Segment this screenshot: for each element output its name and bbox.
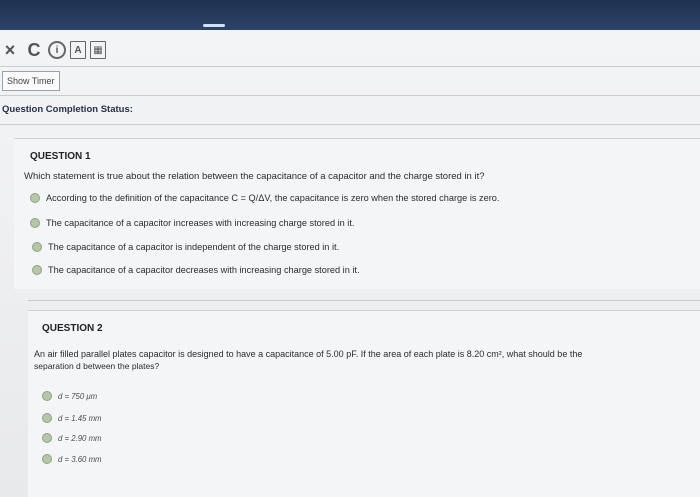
answer-option[interactable]: According to the definition of the capac… — [30, 193, 499, 203]
question-prompt: Which statement is true about the relati… — [24, 171, 485, 182]
question-prompt: An air filled parallel plates capacitor … — [34, 349, 583, 359]
option-label: d = 750 μm — [58, 391, 98, 401]
option-label: The capacitance of a capacitor is indepe… — [48, 242, 340, 252]
answer-option[interactable]: d = 3.60 mm — [42, 454, 102, 464]
radio-button[interactable] — [32, 242, 42, 252]
radio-button[interactable] — [32, 265, 42, 275]
answer-option[interactable]: d = 1.45 mm — [42, 413, 102, 423]
option-label: d = 3.60 mm — [58, 454, 102, 464]
option-label: d = 1.45 mm — [58, 413, 102, 423]
answer-option[interactable]: d = 2.90 mm — [42, 433, 102, 443]
radio-button[interactable] — [42, 433, 52, 443]
question-completion-status[interactable]: Question Completion Status: — [2, 104, 133, 115]
option-label: d = 2.90 mm — [58, 433, 102, 443]
question-2-panel: QUESTION 2 An air filled parallel plates… — [28, 310, 700, 497]
divider — [0, 124, 700, 125]
refresh-icon[interactable]: C — [24, 40, 44, 60]
info-icon[interactable]: i — [48, 41, 66, 59]
tab-indicator — [203, 24, 225, 27]
divider — [28, 300, 700, 301]
radio-button[interactable] — [30, 193, 40, 203]
question-prompt-continued: separation d between the plates? — [34, 361, 160, 371]
question-heading: QUESTION 2 — [42, 323, 103, 334]
question-heading: QUESTION 1 — [30, 151, 91, 162]
radio-button[interactable] — [42, 391, 52, 401]
show-timer-label: Show Timer — [7, 76, 55, 86]
option-label: The capacitance of a capacitor increases… — [46, 218, 355, 228]
toolbar: × C i A ▦ — [0, 38, 110, 62]
status-label: Question Completion Status: — [2, 104, 133, 115]
answer-option[interactable]: The capacitance of a capacitor increases… — [30, 218, 354, 228]
divider — [0, 95, 700, 96]
radio-button[interactable] — [42, 454, 52, 464]
close-icon[interactable]: × — [0, 40, 20, 60]
browser-top-bar — [0, 0, 700, 30]
question-1-panel: QUESTION 1 Which statement is true about… — [14, 138, 700, 289]
radio-button[interactable] — [30, 218, 40, 228]
option-label: The capacitance of a capacitor decreases… — [48, 265, 360, 275]
calculator-icon[interactable]: ▦ — [90, 41, 106, 59]
divider — [0, 66, 700, 67]
answer-option[interactable]: d = 750 μm — [42, 391, 97, 401]
document-icon[interactable]: A — [70, 41, 86, 59]
show-timer-button[interactable]: Show Timer — [2, 71, 60, 91]
option-label: According to the definition of the capac… — [46, 193, 500, 203]
answer-option[interactable]: The capacitance of a capacitor is indepe… — [32, 242, 339, 252]
answer-option[interactable]: The capacitance of a capacitor decreases… — [32, 265, 360, 275]
radio-button[interactable] — [42, 413, 52, 423]
